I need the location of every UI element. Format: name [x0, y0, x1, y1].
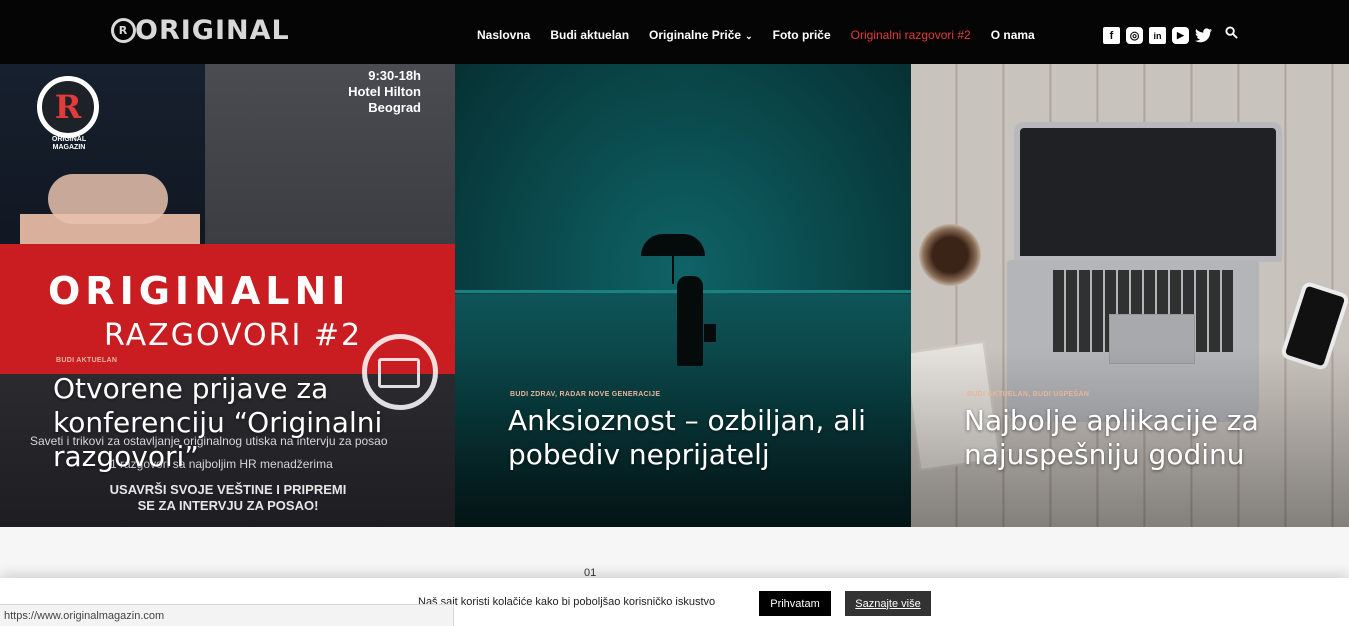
coffee-cup-shape — [919, 224, 981, 286]
nav-item-naslovna[interactable]: Naslovna — [477, 28, 530, 42]
card-category[interactable]: BUDI AKTUELAN — [56, 357, 117, 364]
card-title[interactable]: Otvorene prijave za konferenciju “Origin… — [53, 372, 433, 474]
linkedin-icon[interactable]: in — [1149, 27, 1166, 44]
card-title[interactable]: Najbolje aplikacije za najuspešniju godi… — [964, 404, 1324, 472]
nav-item-originalne-price[interactable]: Originalne Priče ⌄ — [649, 28, 753, 42]
nav-item-label: Originalne Priče — [649, 28, 742, 42]
event-time: 9:30-18h — [368, 68, 421, 83]
briefcase-silhouette — [704, 324, 716, 342]
hero-slider: R ORIGINAL MAGAZIN 9:30-18h Hotel Hilton… — [0, 64, 1349, 527]
umbrella-shape — [641, 234, 705, 256]
browser-status-url: https://www.originalmagazin.com — [0, 604, 454, 626]
poster-subtitle-3: USAVRŠI SVOJE VEŠTINE I PRIPREMI SE ZA I… — [109, 482, 347, 513]
hero-card-anxiety[interactable]: BUDI ZDRAV, RADAR NOVE GENERACIJE Anksio… — [455, 64, 911, 527]
accept-cookies-button[interactable]: Prihvatam — [759, 591, 831, 616]
event-info: 9:30-18h Hotel Hilton Beograd — [348, 68, 421, 116]
card-image-hands — [48, 174, 168, 224]
card-category[interactable]: BUDI ZDRAV, RADAR NOVE GENERACIJE — [510, 391, 660, 398]
twitter-bird-shape — [1195, 28, 1212, 43]
card-category[interactable]: BUDI AKTUELAN, BUDI USPEŠAN — [967, 391, 1089, 398]
logo-text: ORIGINAL — [135, 14, 290, 46]
search-icon[interactable] — [1225, 26, 1238, 39]
banner-subtitle: RAZGOVORI #2 — [104, 318, 363, 353]
nav-item-originalni-razgovori[interactable]: Originalni razgovori #2 — [851, 28, 971, 42]
laptop-screen — [1014, 122, 1282, 262]
learn-more-button[interactable]: Saznajte više — [845, 591, 931, 616]
magazine-logo-icon: R — [37, 76, 99, 138]
umbrella-handle — [672, 254, 674, 284]
hero-card-apps[interactable]: BUDI AKTUELAN, BUDI USPEŠAN Najbolje apl… — [911, 64, 1349, 527]
site-header: R ORIGINAL Naslovna Budi aktuelan Origin… — [0, 0, 1349, 64]
page: R ORIGINAL Naslovna Budi aktuelan Origin… — [0, 0, 1349, 626]
social-links: f ◎ in ▶ — [1103, 27, 1212, 44]
chevron-down-icon: ⌄ — [745, 31, 753, 41]
card-title[interactable]: Anksioznost – ozbiljan, ali pobediv nepr… — [508, 404, 888, 472]
hero-card-conference[interactable]: R ORIGINAL MAGAZIN 9:30-18h Hotel Hilton… — [0, 64, 455, 527]
site-logo[interactable]: R ORIGINAL — [111, 14, 290, 46]
banner-title: ORIGINALNI — [48, 269, 351, 313]
logo-mark-icon: R — [111, 17, 136, 43]
youtube-icon[interactable]: ▶ — [1172, 27, 1189, 44]
event-city: Beograd — [368, 100, 421, 115]
nav-item-o-nama[interactable]: O nama — [991, 28, 1035, 42]
twitter-icon[interactable] — [1195, 27, 1212, 44]
instagram-icon[interactable]: ◎ — [1126, 27, 1143, 44]
nav-item-budi-aktuelan[interactable]: Budi aktuelan — [550, 28, 629, 42]
event-venue: Hotel Hilton — [348, 84, 421, 99]
facebook-icon[interactable]: f — [1103, 27, 1120, 44]
cookie-text: Naš sajt koristi kolačiće kako bi pobolj… — [418, 596, 716, 608]
nav-item-foto-price[interactable]: Foto priče — [773, 28, 831, 42]
main-nav: Naslovna Budi aktuelan Originalne Priče ⌄… — [467, 0, 1045, 70]
magazine-logo-caption: ORIGINAL MAGAZIN — [51, 136, 87, 151]
